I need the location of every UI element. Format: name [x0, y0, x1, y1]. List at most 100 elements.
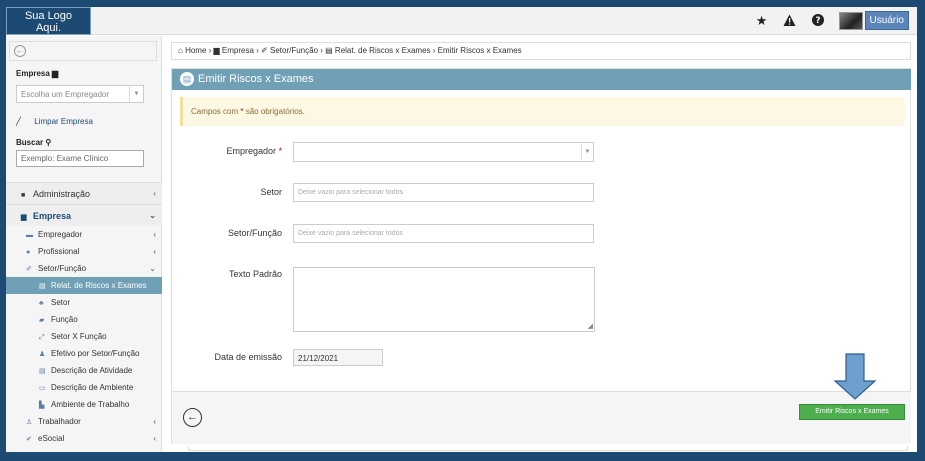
app-window: Sua Logo Aqui. ★ ? Usuário ← Empresa ▆ E… [6, 7, 917, 452]
list-icon: ▤ [39, 368, 46, 375]
chevron-down-icon: ▼ [129, 86, 143, 102]
chevron-left-icon: ‹ [153, 417, 156, 426]
truck-icon: ▰ [39, 317, 45, 324]
sidebar: ← Empresa ▆ Escolha um Empregador ▼ ╱ Li… [6, 36, 162, 452]
empresa-label-text: Empresa [16, 69, 50, 78]
menu-item-setor-funcao[interactable]: ✐ Setor/Função ⌄ [6, 260, 162, 277]
data-emissao-input[interactable]: 21/12/2021 [293, 349, 383, 366]
setor-funcao-input[interactable]: Deixe vazio para selecionar todos [293, 224, 594, 243]
user-menu-button[interactable]: Usuário [864, 11, 909, 30]
annotation-arrow-icon [833, 353, 877, 400]
search-icon: ⚲ [45, 138, 52, 147]
menu-item-profissional[interactable]: ● Profissional ‹ [6, 243, 162, 260]
texto-padrao-textarea[interactable]: ◢ [293, 267, 595, 332]
data-emissao-value: 21/12/2021 [298, 354, 339, 363]
logo[interactable]: Sua Logo Aqui. [6, 7, 91, 35]
menu-label: Função [51, 315, 78, 324]
users-icon: ♟ [39, 351, 46, 358]
svg-text:?: ? [815, 16, 820, 26]
home-icon: ⌂ [178, 46, 183, 55]
clear-empresa-link[interactable]: ╱ Limpar Empresa [16, 117, 93, 126]
breadcrumb: ⌂ Home › ▆ Empresa › ✐ Setor/Função › ▤ … [171, 42, 911, 60]
menu-label: Empregador [38, 230, 83, 239]
menu-item-empresa[interactable]: ▆ Empresa ⌄ [6, 204, 162, 226]
menu-item-setor-x-funcao[interactable]: ⤢ Setor X Função [6, 328, 162, 345]
breadcrumb-home[interactable]: Home [185, 46, 206, 55]
bottom-panel-edge [188, 446, 908, 451]
menu-item-descricao-atividade[interactable]: ▤ Descrição de Atividade [6, 362, 162, 379]
breadcrumb-current: Emitir Riscos x Exames [437, 46, 522, 55]
user-icon: ● [26, 249, 31, 256]
chevron-left-icon: ‹ [153, 189, 156, 198]
chevron-left-icon: ‹ [153, 247, 156, 256]
warning-icon[interactable] [783, 14, 797, 28]
panel-footer: ← Emitir Riscos x Exames [172, 391, 911, 444]
breadcrumb-setor-funcao[interactable]: Setor/Função [270, 46, 318, 55]
menu-label: Relat. de Riscos x Exames [51, 281, 147, 290]
panel-header: ▤ Emitir Riscos x Exames [172, 69, 911, 90]
sitemap-icon: ♣ [39, 300, 44, 307]
check-icon: ✔ [26, 436, 32, 443]
logo-line2: Aqui. [35, 22, 62, 34]
menu-item-ambiente-trabalho[interactable]: ▙ Ambiente de Trabalho [6, 396, 162, 413]
search-placeholder: Exemplo: Exame Clínico [21, 154, 109, 163]
top-bar: Sua Logo Aqui. ★ ? Usuário [6, 7, 917, 35]
empresa-select[interactable]: Escolha um Empregador ▼ [16, 85, 144, 103]
menu-item-efetivo[interactable]: ♟ Efetivo por Setor/Função [6, 345, 162, 362]
chevron-left-icon: ‹ [153, 230, 156, 239]
emitir-riscos-exames-button[interactable]: Emitir Riscos x Exames [799, 404, 905, 420]
menu-item-funcao[interactable]: ▰ Função [6, 311, 162, 328]
alert-suffix: são obrigatórios. [245, 107, 305, 116]
brush-icon: ╱ [16, 117, 21, 126]
texto-padrao-label: Texto Padrão [228, 269, 282, 279]
help-icon[interactable]: ? [811, 13, 825, 28]
chevron-left-icon: ‹ [153, 434, 156, 443]
setor-label: Setor [260, 187, 282, 197]
menu-item-esocial[interactable]: ✔ eSocial ‹ [6, 430, 162, 447]
back-button[interactable]: ← [183, 408, 202, 427]
tools-icon: ✐ [26, 266, 32, 273]
card-icon: ▭ [39, 385, 46, 392]
menu-label: Ambiente de Trabalho [51, 400, 130, 409]
chevron-down-icon: ▼ [581, 143, 593, 161]
chevron-down-icon: ⌄ [149, 264, 156, 273]
breadcrumb-empresa[interactable]: Empresa [222, 46, 254, 55]
menu-label: Setor [51, 298, 71, 307]
breadcrumb-relat[interactable]: Relat. de Riscos x Exames [335, 46, 431, 55]
expand-icon: ⤢ [39, 334, 45, 341]
required-marker: * [278, 146, 282, 156]
menu-label: Descrição de Ambiente [51, 383, 134, 392]
setor-placeholder: Deixe vazio para selecionar todos [298, 189, 404, 196]
sidebar-toggle-button[interactable]: ← [9, 41, 157, 61]
menu-item-setor[interactable]: ♣ Setor [6, 294, 162, 311]
resize-grip-icon[interactable]: ◢ [588, 322, 593, 330]
menu-item-trabalhador[interactable]: ♙ Trabalhador ‹ [6, 413, 162, 430]
menu-label: Descrição de Atividade [51, 366, 133, 375]
avatar[interactable] [838, 11, 863, 30]
briefcase-icon: ▬ [26, 232, 33, 239]
alert-prefix: Campos com [191, 107, 239, 116]
menu-item-administracao[interactable]: ■ Administração ‹ [6, 182, 162, 204]
data-emissao-label: Data de emissão [214, 352, 282, 362]
panel-title: Emitir Riscos x Exames [198, 73, 314, 85]
menu-item-descricao-ambiente[interactable]: ▭ Descrição de Ambiente [6, 379, 162, 396]
menu-item-relat-riscos-exames[interactable]: ▤ Relat. de Riscos x Exames [6, 277, 162, 294]
empregador-select[interactable]: ▼ [293, 142, 594, 162]
menu-label: eSocial [38, 434, 65, 443]
sidebar-search-input[interactable]: Exemplo: Exame Clínico [16, 150, 144, 167]
building-icon: ▆ [52, 69, 59, 78]
star-icon[interactable]: ★ [755, 13, 769, 28]
sidebar-menu: ■ Administração ‹ ▆ Empresa ⌄ ▬ Empregador ‹ ●… [6, 182, 162, 447]
worker-icon: ♙ [26, 419, 33, 426]
form-panel: ▤ Emitir Riscos x Exames Campos com * sã… [171, 68, 911, 444]
menu-label: Efetivo por Setor/Função [51, 349, 140, 358]
logo-line1: Sua Logo [24, 10, 73, 22]
required-fields-alert: Campos com * são obrigatórios. [180, 97, 905, 126]
top-icons: ★ ? Usuário [755, 11, 909, 30]
menu-item-empregador[interactable]: ▬ Empregador ‹ [6, 226, 162, 243]
setor-input[interactable]: Deixe vazio para selecionar todos [293, 183, 594, 202]
clear-empresa-label: Limpar Empresa [34, 117, 93, 126]
file-pdf-icon: ▤ [325, 46, 333, 55]
menu-label: Setor/Função [38, 264, 87, 273]
arrow-left-icon: ← [187, 411, 198, 423]
